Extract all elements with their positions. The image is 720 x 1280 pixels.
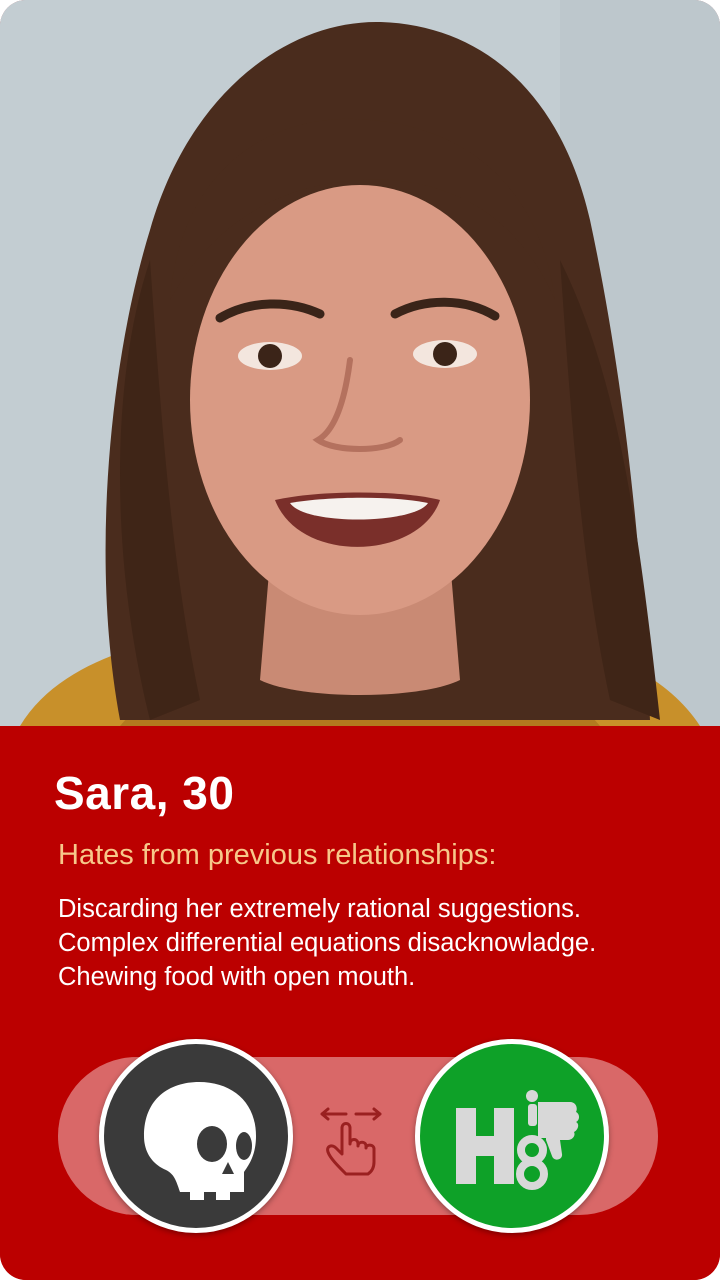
profile-info-panel: Sara, 30 Hates from previous relationshi… xyxy=(0,726,720,1280)
hates-list: Discarding her extremely rational sugges… xyxy=(58,892,698,994)
profile-name-age: Sara, 30 xyxy=(54,767,235,819)
hates-section-title: Hates from previous relationships: xyxy=(58,839,497,871)
hate-item: Discarding her extremely rational sugges… xyxy=(58,895,581,923)
hate-item: Chewing food with open mouth. xyxy=(58,963,416,991)
h8-button[interactable] xyxy=(415,1039,609,1233)
skull-icon xyxy=(144,1082,256,1200)
profile-card[interactable]: Sara, 30 Hates from previous relationshi… xyxy=(0,0,720,1280)
h8-thumbs-down-logo xyxy=(456,1090,579,1190)
swipe-hand-icon xyxy=(320,1107,382,1176)
profile-photo xyxy=(0,0,720,726)
skull-button[interactable] xyxy=(99,1039,293,1233)
hate-item: Complex differential equations disacknow… xyxy=(58,929,597,957)
